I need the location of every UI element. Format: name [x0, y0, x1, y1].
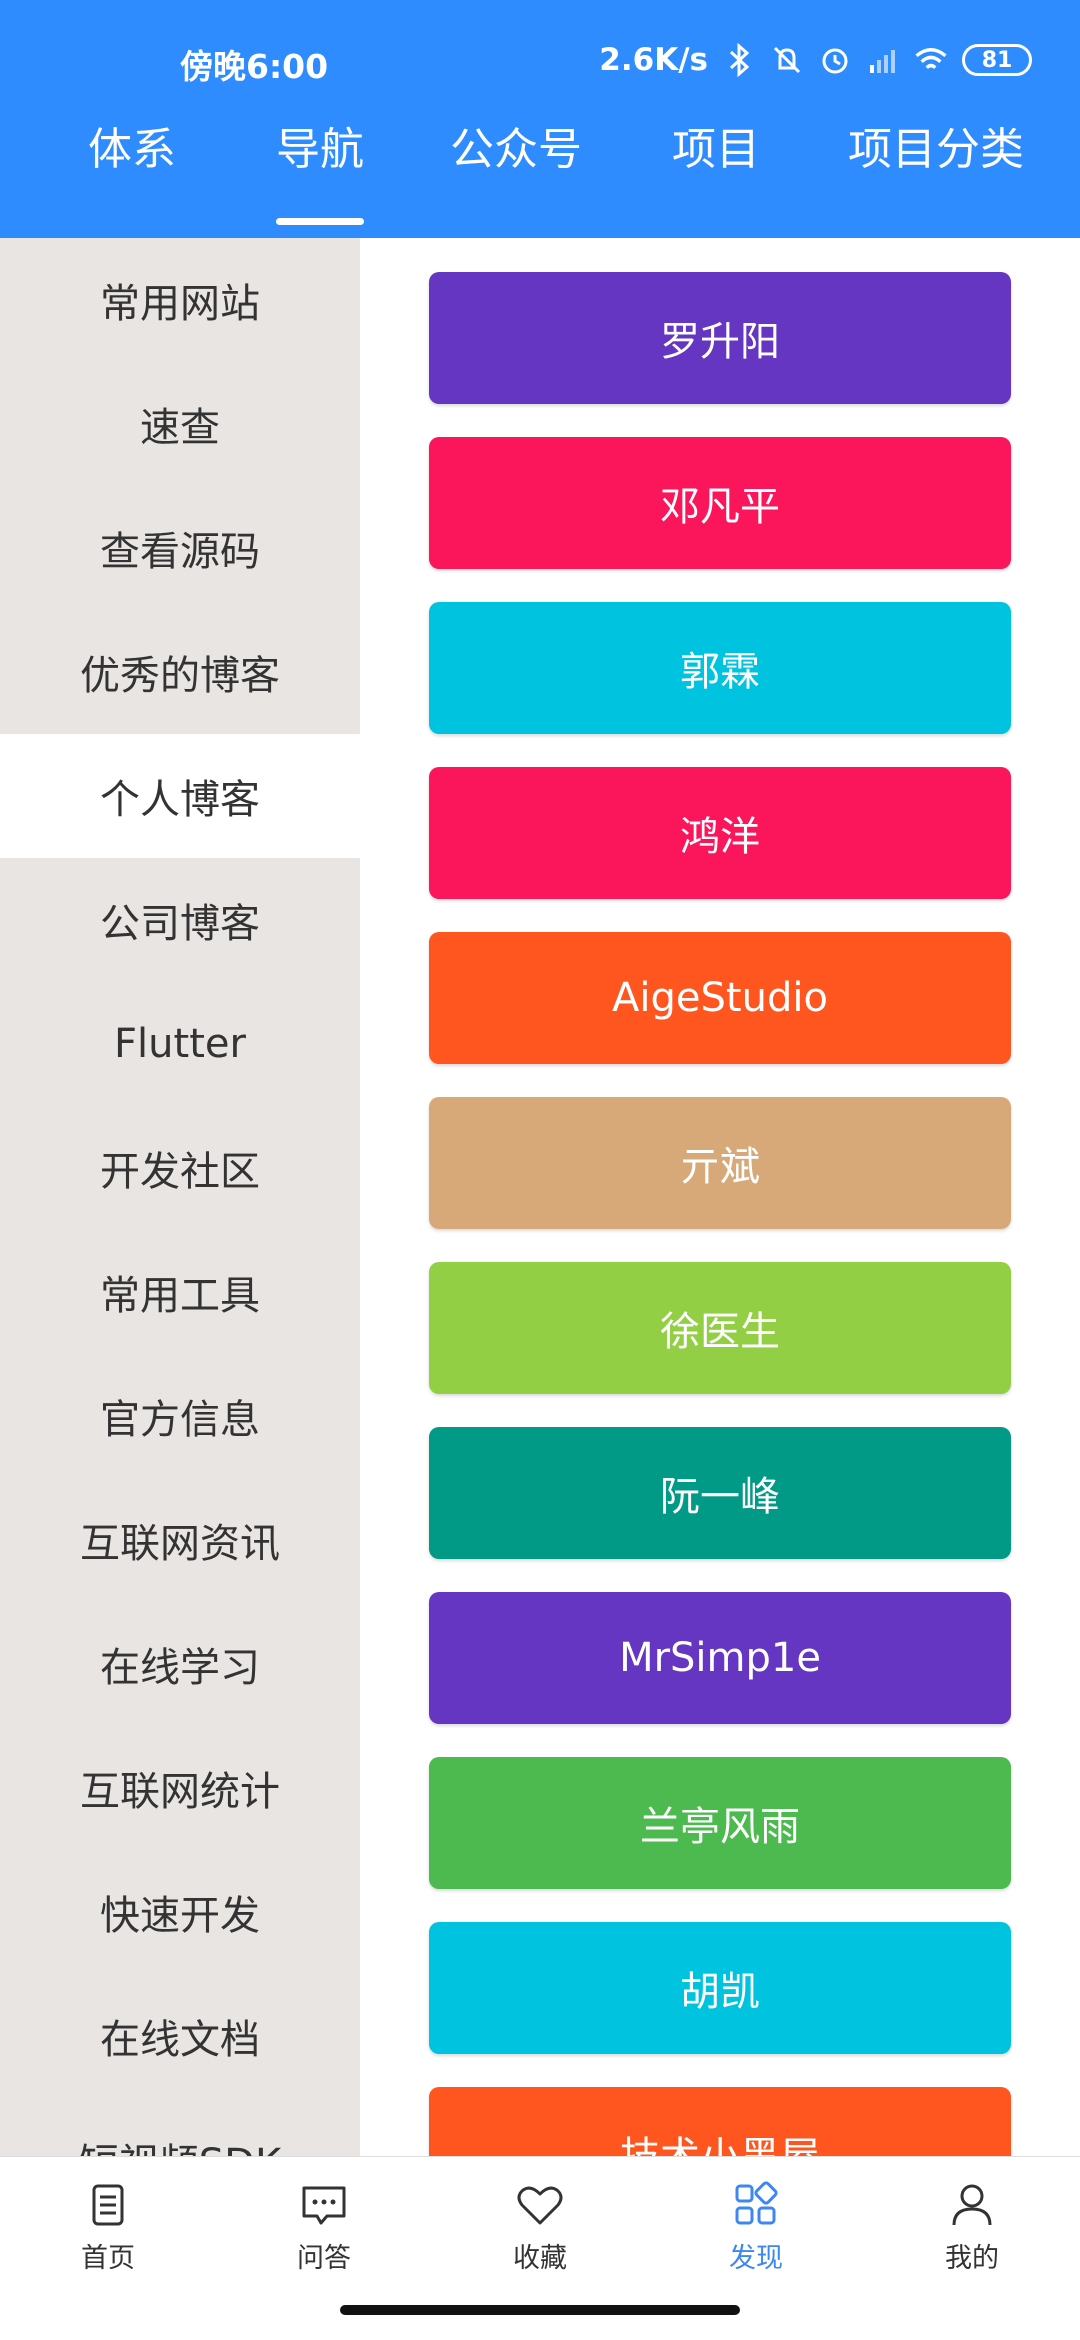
tab-navigation[interactable]: 导航 — [240, 110, 400, 238]
nav-label: 我的 — [945, 2242, 999, 2274]
network-speed: 2.6K/s — [599, 42, 708, 78]
blog-chip[interactable]: 亓斌 — [429, 1097, 1011, 1229]
nav-home[interactable]: 首页 — [0, 2157, 216, 2287]
sidebar-item-official-info[interactable]: 官方信息 — [0, 1354, 360, 1478]
tab-label: 导航 — [276, 124, 364, 175]
person-icon — [952, 2184, 992, 2225]
sidebar-item-view-source[interactable]: 查看源码 — [0, 486, 360, 610]
tab-label: 体系 — [88, 124, 176, 175]
status-time: 傍晚6:00 — [180, 47, 329, 86]
chat-icon — [302, 2186, 346, 2224]
nav-qa[interactable]: 问答 — [216, 2157, 432, 2287]
bluetooth-icon — [722, 43, 756, 77]
nav-discover[interactable]: 发现 — [648, 2157, 864, 2287]
blog-chip[interactable]: 鸿洋 — [429, 767, 1011, 899]
tab-system[interactable]: 体系 — [52, 110, 212, 238]
tab-label: 项目分类 — [848, 124, 1024, 175]
app-header: 傍晚6:00 2.6K/s 81 体系 导航 公众号 项目 项目分类 — [0, 0, 1080, 238]
sidebar-item-company-blogs[interactable]: 公司博客 — [0, 858, 360, 982]
sidebar-item-common-sites[interactable]: 常用网站 — [0, 238, 360, 362]
blog-chip[interactable]: 技术小黑屋 — [429, 2087, 1011, 2156]
mute-icon — [770, 43, 804, 77]
hd-signal-icon — [866, 43, 900, 77]
nav-label: 首页 — [81, 2242, 135, 2274]
blog-chip[interactable]: 邓凡平 — [429, 437, 1011, 569]
nav-label: 收藏 — [513, 2242, 567, 2274]
category-sidebar[interactable]: 常用网站 速查 查看源码 优秀的博客 个人博客 公司博客 Flutter 开发社… — [0, 238, 360, 2156]
top-tab-bar: 体系 导航 公众号 项目 项目分类 — [0, 110, 1080, 238]
nav-favorites[interactable]: 收藏 — [432, 2157, 648, 2287]
tab-label: 公众号 — [450, 124, 582, 175]
blog-chip[interactable]: 胡凯 — [429, 1922, 1011, 2054]
active-tab-indicator — [276, 218, 364, 225]
sidebar-item-excellent-blogs[interactable]: 优秀的博客 — [0, 610, 360, 734]
chip-list: 罗升阳 邓凡平 郭霖 鸿洋 AigeStudio 亓斌 徐医生 阮一峰 MrSi… — [429, 272, 1011, 2156]
blog-chip[interactable]: 罗升阳 — [429, 272, 1011, 404]
nav-label: 发现 — [729, 2242, 783, 2274]
home-indicator[interactable] — [340, 2305, 740, 2315]
sidebar-item-internet-news[interactable]: 互联网资讯 — [0, 1478, 360, 1602]
blog-chip[interactable]: 徐医生 — [429, 1262, 1011, 1394]
wifi-icon — [914, 43, 948, 77]
nav-label: 问答 — [297, 2242, 351, 2274]
sidebar-item-quick-lookup[interactable]: 速查 — [0, 362, 360, 486]
sidebar-item-internet-stats[interactable]: 互联网统计 — [0, 1726, 360, 1850]
sidebar-item-dev-community[interactable]: 开发社区 — [0, 1106, 360, 1230]
tab-label: 项目 — [672, 124, 760, 175]
blog-chip[interactable]: 阮一峰 — [429, 1427, 1011, 1559]
battery-indicator: 81 — [962, 44, 1032, 76]
blog-link-list: 罗升阳 邓凡平 郭霖 鸿洋 AigeStudio 亓斌 徐医生 阮一峰 MrSi… — [360, 238, 1080, 2156]
home-doc-icon — [92, 2184, 124, 2225]
sidebar-item-rapid-dev[interactable]: 快速开发 — [0, 1850, 360, 1974]
tab-projects[interactable]: 项目 — [636, 110, 796, 238]
heart-icon — [517, 2186, 563, 2224]
tab-official-accounts[interactable]: 公众号 — [436, 110, 596, 238]
sidebar-item-common-tools[interactable]: 常用工具 — [0, 1230, 360, 1354]
grid-icon — [735, 2180, 778, 2224]
blog-chip[interactable]: 郭霖 — [429, 602, 1011, 734]
sidebar-item-personal-blogs[interactable]: 个人博客 — [0, 734, 360, 858]
tab-project-categories[interactable]: 项目分类 — [836, 110, 1036, 238]
sidebar-item-short-video-sdk[interactable]: 短视频SDK — [0, 2098, 360, 2156]
sidebar-item-online-docs[interactable]: 在线文档 — [0, 1974, 360, 2098]
blog-chip[interactable]: AigeStudio — [429, 932, 1011, 1064]
sidebar-item-online-learning[interactable]: 在线学习 — [0, 1602, 360, 1726]
sidebar-item-flutter[interactable]: Flutter — [0, 982, 360, 1106]
status-icons: 2.6K/s 81 — [599, 42, 1032, 78]
blog-chip[interactable]: 兰亭风雨 — [429, 1757, 1011, 1889]
alarm-icon — [818, 43, 852, 77]
nav-profile[interactable]: 我的 — [864, 2157, 1080, 2287]
bottom-navigation: 首页 问答 收藏 发现 我的 — [0, 2156, 1080, 2340]
blog-chip[interactable]: MrSimp1e — [429, 1592, 1011, 1724]
